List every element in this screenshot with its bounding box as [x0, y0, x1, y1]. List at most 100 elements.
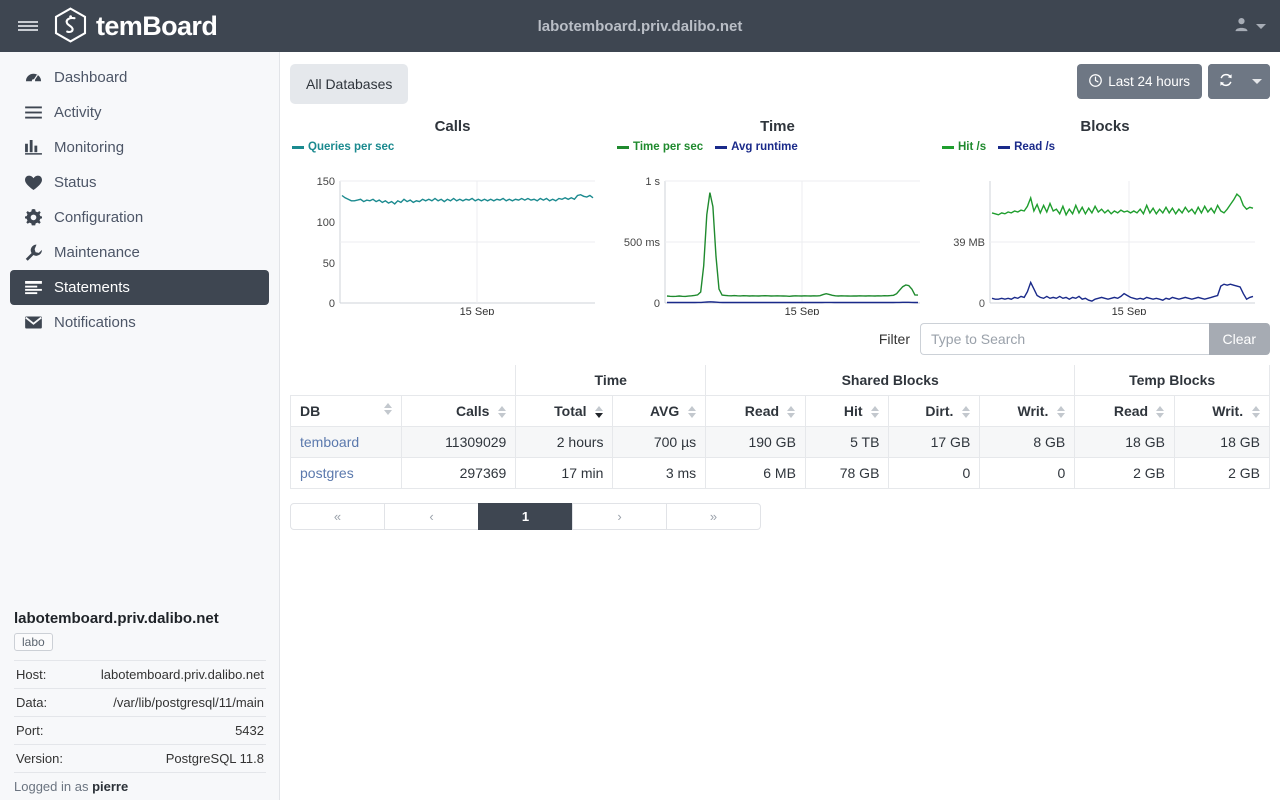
- sort-icon-active: [594, 406, 603, 419]
- y-tick-label: 1 s: [645, 176, 660, 188]
- sidebar-nav: Dashboard Activity Monitoring Status Con…: [0, 52, 279, 340]
- db-link[interactable]: temboard: [300, 434, 359, 450]
- table-group-header-row: Time Shared Blocks Temp Blocks: [290, 365, 1270, 396]
- legend-item[interactable]: Hit /s: [942, 141, 986, 153]
- sidebar-item-label: Maintenance: [54, 244, 140, 261]
- col-header-db[interactable]: DB: [289, 395, 403, 427]
- legend-item[interactable]: Avg runtime: [715, 141, 798, 153]
- refresh-button[interactable]: [1208, 64, 1244, 99]
- chart-title: Calls: [434, 118, 471, 135]
- legend-swatch-icon: [998, 145, 1011, 149]
- col-header-label: Read: [1113, 403, 1149, 419]
- sidebar-item-statements[interactable]: Statements: [10, 270, 269, 305]
- legend-item[interactable]: Queries per sec: [292, 141, 394, 153]
- toolbar: All Databases Last 24 hours: [280, 52, 1280, 114]
- y-tick-label: 50: [323, 258, 335, 270]
- chart-blocks: Blocks Hit /s Read /s 39 MB 0 15 Sep: [940, 114, 1270, 315]
- legend-swatch-icon: [942, 145, 954, 149]
- refresh-dropdown-toggle[interactable]: [1244, 64, 1270, 99]
- envelope-icon: [22, 316, 44, 329]
- filter-row: Filter Clear: [280, 315, 1280, 365]
- statements-icon: [22, 280, 44, 295]
- table-row[interactable]: temboard 11309029 2 hours 700 µs 190 GB …: [289, 426, 1271, 458]
- col-header-time-total[interactable]: Total: [515, 395, 614, 427]
- gear-icon: [22, 209, 44, 226]
- info-value: labotemboard.priv.dalibo.net: [100, 667, 264, 682]
- chart-canvas[interactable]: 39 MB 0 15 Sep: [940, 155, 1270, 315]
- sidebar-item-dashboard[interactable]: Dashboard: [10, 60, 269, 95]
- sidebar-item-maintenance[interactable]: Maintenance: [10, 235, 269, 270]
- col-header-shared-dirtied[interactable]: Dirt.: [888, 395, 981, 427]
- user-menu-dropdown[interactable]: [1234, 0, 1266, 52]
- legend-swatch-icon: [292, 145, 304, 149]
- x-tick-label: 15 Sep: [1112, 306, 1147, 315]
- col-header-label: Dirt.: [925, 403, 954, 419]
- heart-icon: [22, 175, 44, 191]
- filter-label: Filter: [878, 331, 910, 347]
- table-cell-shared-dirtied: 17 GB: [888, 426, 981, 458]
- chart-canvas[interactable]: 150 100 50 0 15 Sep: [290, 155, 610, 315]
- instance-info-panel: labotemboard.priv.dalibo.net labo Host: …: [0, 610, 280, 800]
- table-cell-db: temboard: [289, 426, 403, 458]
- pagination-last-button[interactable]: »: [666, 503, 761, 530]
- pagination-first-button[interactable]: «: [290, 503, 385, 530]
- info-label: Host:: [16, 667, 47, 682]
- legend-label: Time per sec: [633, 141, 704, 153]
- sidebar-item-configuration[interactable]: Configuration: [10, 200, 269, 235]
- col-header-label: Total: [554, 403, 587, 419]
- info-value: /var/lib/postgresql/11/main: [113, 695, 264, 710]
- group-header-blank: [290, 365, 517, 396]
- sidebar: Dashboard Activity Monitoring Status Con…: [0, 52, 280, 800]
- clear-filter-button[interactable]: Clear: [1208, 323, 1270, 355]
- logged-in-status: Logged in as pierre: [14, 772, 266, 794]
- table-cell-db: postgres: [289, 457, 403, 489]
- instance-tag[interactable]: labo: [14, 633, 53, 651]
- col-header-shared-hit[interactable]: Hit: [804, 395, 890, 427]
- table-cell-time-avg: 3 ms: [612, 457, 707, 489]
- chart-canvas[interactable]: 1 s 500 ms 0 15 Sep: [615, 155, 935, 315]
- chart-title: Time: [760, 118, 795, 135]
- db-link[interactable]: postgres: [300, 465, 354, 481]
- info-label: Data:: [16, 695, 48, 710]
- col-header-temp-read[interactable]: Read: [1074, 395, 1175, 427]
- time-range-button[interactable]: Last 24 hours: [1077, 64, 1202, 99]
- logged-in-username: pierre: [92, 779, 129, 794]
- sidebar-item-monitoring[interactable]: Monitoring: [10, 130, 269, 165]
- col-header-calls[interactable]: Calls: [401, 395, 517, 427]
- col-header-shared-written[interactable]: Writ.: [979, 395, 1076, 427]
- search-input[interactable]: [920, 323, 1209, 355]
- col-header-time-avg[interactable]: AVG: [612, 395, 707, 427]
- pagination-next-button[interactable]: ›: [572, 503, 667, 530]
- legend-item[interactable]: Read /s: [998, 141, 1055, 153]
- sort-icon: [961, 406, 970, 419]
- table-row[interactable]: postgres 297369 17 min 3 ms 6 MB 78 GB 0…: [289, 457, 1271, 489]
- main-content: All Databases Last 24 hours Calls Querie…: [280, 52, 1280, 800]
- info-row: Port: 5432: [14, 716, 266, 745]
- tab-all-databases[interactable]: All Databases: [290, 64, 409, 104]
- pagination-page-1-button[interactable]: 1: [478, 503, 573, 530]
- table-cell-temp-written: 2 GB: [1173, 457, 1271, 489]
- col-header-temp-written[interactable]: Writ.: [1173, 395, 1271, 427]
- brand-logo-link[interactable]: temBoard: [54, 6, 218, 46]
- col-header-label: AVG: [649, 403, 680, 419]
- chart-legend: Time per sec Avg runtime: [615, 141, 940, 153]
- table-cell-time-avg: 700 µs: [612, 426, 707, 458]
- sidebar-item-label: Configuration: [54, 209, 144, 226]
- col-header-label: Hit: [843, 403, 863, 419]
- hamburger-bar: [18, 25, 38, 27]
- x-tick-label: 15 Sep: [460, 306, 495, 315]
- y-tick-label: 500 ms: [624, 237, 661, 249]
- hamburger-menu-icon[interactable]: [0, 0, 56, 52]
- legend-item[interactable]: Time per sec: [617, 141, 703, 153]
- user-icon: [1234, 17, 1249, 35]
- chart-calls: Calls Queries per sec 150 100 50 0 15 Se…: [290, 114, 615, 315]
- sidebar-item-notifications[interactable]: Notifications: [10, 305, 269, 340]
- pagination-prev-button[interactable]: ‹: [384, 503, 479, 530]
- info-label: Version:: [16, 751, 63, 766]
- sidebar-item-activity[interactable]: Activity: [10, 95, 269, 130]
- sidebar-item-label: Dashboard: [54, 69, 128, 86]
- table-cell-temp-written: 18 GB: [1173, 426, 1271, 458]
- col-header-shared-read[interactable]: Read: [705, 395, 806, 427]
- sidebar-item-status[interactable]: Status: [10, 165, 269, 200]
- table-cell-calls: 11309029: [401, 426, 517, 458]
